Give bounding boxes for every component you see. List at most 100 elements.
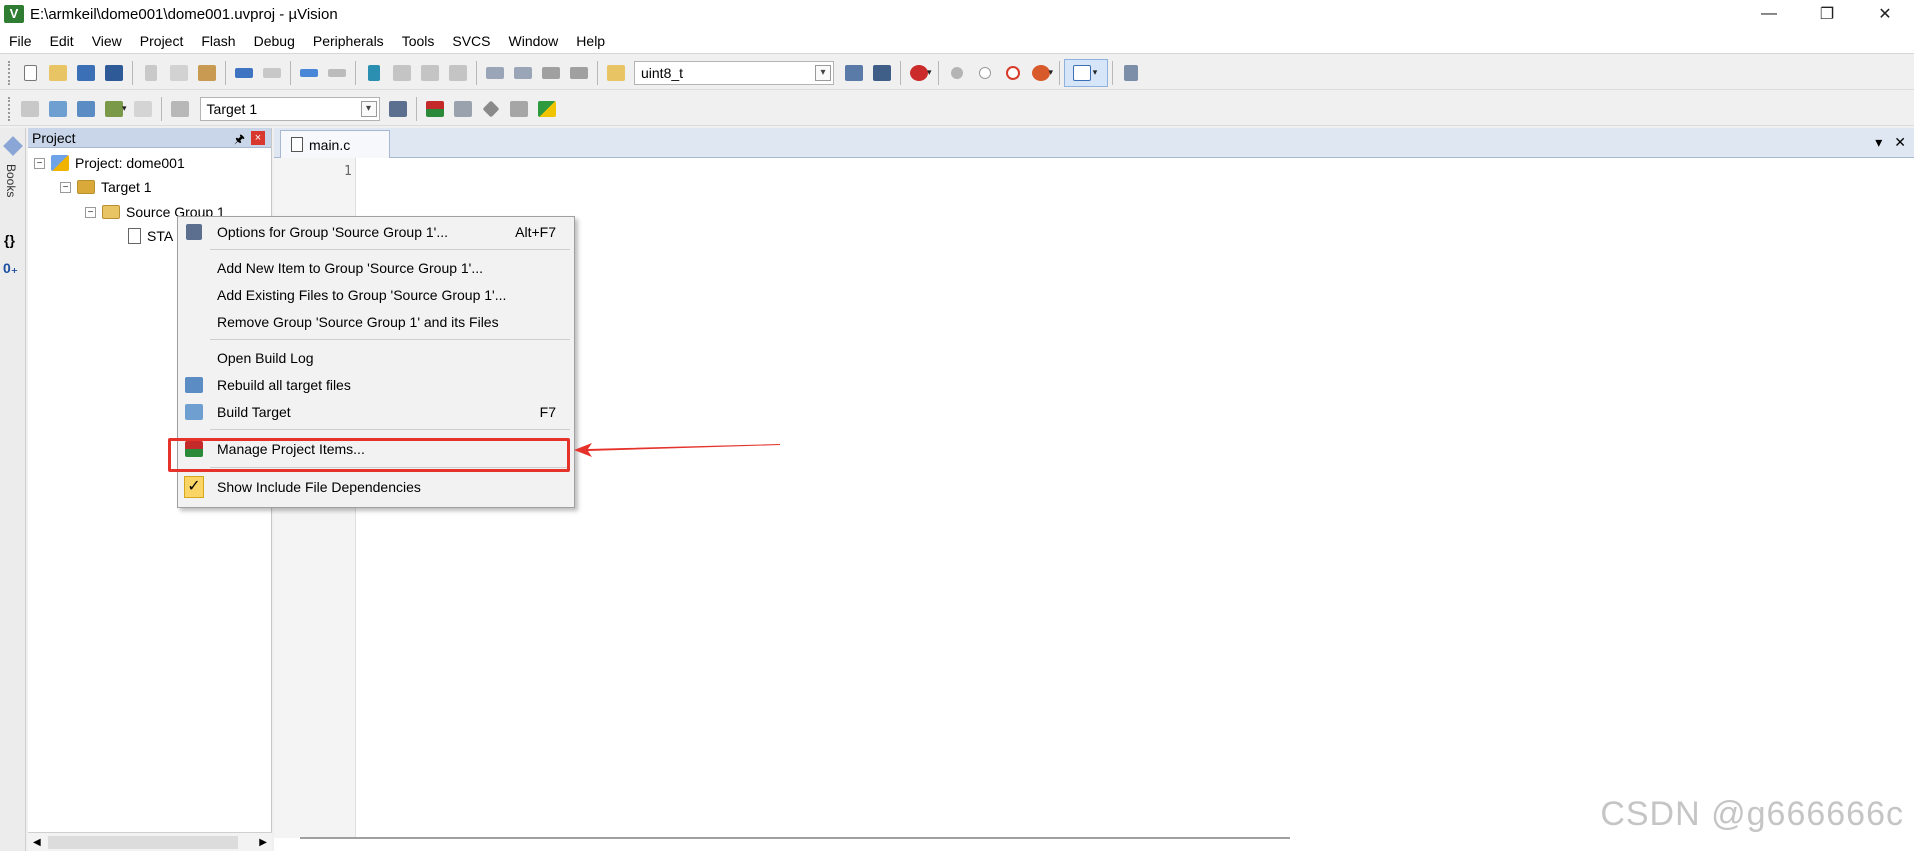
insert-breakpoint-button[interactable] <box>943 59 971 87</box>
project-items-icon <box>425 100 444 117</box>
tab-list-icon[interactable]: ▾ <box>1875 134 1882 151</box>
close-editor-icon[interactable]: ✕ <box>1894 134 1906 151</box>
copy-button[interactable] <box>165 59 193 87</box>
menu-item-add-existing-files[interactable]: Add Existing Files to Group 'Source Grou… <box>178 282 574 308</box>
menu-view[interactable]: View <box>83 28 131 54</box>
menu-item-shortcut: Alt+F7 <box>515 224 556 240</box>
find-button[interactable] <box>840 59 868 87</box>
menu-svcs[interactable]: SVCS <box>443 28 499 54</box>
menu-peripherals[interactable]: Peripherals <box>304 28 393 54</box>
stop-build-button[interactable] <box>129 95 157 123</box>
save-all-button[interactable] <box>100 59 128 87</box>
indent-button[interactable] <box>481 59 509 87</box>
menu-item-build-target[interactable]: Build Target F7 <box>178 399 574 425</box>
chevron-down-icon[interactable]: ▾ <box>815 64 831 81</box>
comment-button[interactable] <box>537 59 565 87</box>
tab-main-c[interactable]: main.c <box>280 130 390 158</box>
translate-button[interactable] <box>16 95 44 123</box>
close-window-button[interactable]: ✕ <box>1856 0 1914 28</box>
manage-run-time-env-button[interactable] <box>477 95 505 123</box>
arrow-right-icon <box>328 68 346 77</box>
tree-file[interactable]: STA <box>128 225 173 247</box>
debug-dropdown-arrow[interactable]: ▾ <box>927 67 932 78</box>
download-button[interactable] <box>166 95 194 123</box>
functions-tab[interactable]: {} <box>4 232 15 248</box>
new-file-button[interactable] <box>16 59 44 87</box>
menu-item-show-include-deps[interactable]: ✓ Show Include File Dependencies <box>178 474 574 500</box>
prev-bookmark-button[interactable] <box>388 59 416 87</box>
menu-item-label: Open Build Log <box>217 350 314 366</box>
configure-button[interactable] <box>1117 59 1145 87</box>
build-button[interactable] <box>44 95 72 123</box>
toolbar-separator <box>132 60 133 85</box>
incremental-find-button[interactable] <box>868 59 896 87</box>
manage-project-items-button[interactable] <box>421 95 449 123</box>
restore-button[interactable]: ❐ <box>1798 0 1856 28</box>
menu-item-label: Show Include File Dependencies <box>217 479 421 495</box>
batch-build-dropdown[interactable]: ▾ <box>122 103 127 114</box>
undo-button[interactable] <box>230 59 258 87</box>
menu-project[interactable]: Project <box>131 28 193 54</box>
minimize-button[interactable]: — <box>1740 0 1798 28</box>
cut-button[interactable] <box>137 59 165 87</box>
save-all-icon <box>105 64 123 81</box>
menu-window[interactable]: Window <box>500 28 568 54</box>
redo-button[interactable] <box>258 59 286 87</box>
window-layout-button[interactable]: ▾ <box>1064 58 1109 87</box>
scroll-right-icon[interactable]: ▶ <box>259 837 267 848</box>
unindent-button[interactable] <box>509 59 537 87</box>
project-panel-scrollbar[interactable]: ◀ ▶ <box>28 832 272 851</box>
menu-item-options-for-group[interactable]: Options for Group 'Source Group 1'... Al… <box>178 219 574 245</box>
menu-tools[interactable]: Tools <box>393 28 444 54</box>
enable-breakpoint-button[interactable] <box>971 59 999 87</box>
save-button[interactable] <box>72 59 100 87</box>
collapse-icon[interactable]: − <box>85 206 96 218</box>
editor-scrollbar[interactable] <box>300 837 1290 839</box>
target-options-button[interactable] <box>384 95 412 123</box>
menu-item-open-build-log[interactable]: Open Build Log <box>178 345 574 371</box>
pack-installer-button[interactable] <box>533 95 561 123</box>
paste-button[interactable] <box>193 59 221 87</box>
collapse-icon[interactable]: − <box>60 181 71 193</box>
pin-icon[interactable]: 🖈 <box>234 130 245 151</box>
clear-bookmarks-button[interactable] <box>444 59 472 87</box>
menu-edit[interactable]: Edit <box>41 28 83 54</box>
menu-item-add-new-item[interactable]: Add New Item to Group 'Source Group 1'..… <box>178 255 574 281</box>
next-bookmark-icon <box>421 64 439 81</box>
rebuild-button[interactable] <box>72 95 100 123</box>
menu-item-remove-group[interactable]: Remove Group 'Source Group 1' and its Fi… <box>178 309 574 335</box>
arrow-shape <box>574 443 780 457</box>
nav-back-button[interactable] <box>295 59 323 87</box>
nav-forward-button[interactable] <box>323 59 351 87</box>
open-button[interactable] <box>44 59 72 87</box>
close-panel-icon[interactable]: × <box>251 131 265 145</box>
find-in-files-button[interactable] <box>602 59 630 87</box>
multi-project-icon <box>453 100 472 117</box>
chevron-down-icon[interactable]: ▾ <box>360 100 377 117</box>
menu-item-rebuild-all[interactable]: Rebuild all target files <box>178 372 574 398</box>
disable-breakpoints-button[interactable] <box>999 59 1027 87</box>
toolbar-grip[interactable] <box>8 60 12 85</box>
books-tab[interactable]: Books <box>4 164 18 197</box>
menu-debug[interactable]: Debug <box>245 28 304 54</box>
project-view-icon[interactable] <box>3 136 23 156</box>
rebuild-icon <box>184 375 204 395</box>
bookmark-button[interactable] <box>360 59 388 87</box>
menu-help[interactable]: Help <box>567 28 614 54</box>
scrollbar-thumb[interactable] <box>48 836 238 849</box>
scroll-left-icon[interactable]: ◀ <box>33 837 41 848</box>
tree-target[interactable]: − Target 1 <box>60 176 152 198</box>
next-bookmark-button[interactable] <box>416 59 444 87</box>
tree-project-root[interactable]: − Project: dome001 <box>34 152 185 174</box>
find-combo[interactable]: uint8_t ▾ <box>634 60 834 85</box>
uncomment-button[interactable] <box>565 59 593 87</box>
target-combo[interactable]: Target 1 ▾ <box>199 96 380 121</box>
select-packs-button[interactable] <box>505 95 533 123</box>
templates-tab[interactable]: 0₊ <box>3 260 18 277</box>
menu-flash[interactable]: Flash <box>192 28 244 54</box>
toolbar-grip[interactable] <box>8 96 12 121</box>
menu-file[interactable]: File <box>0 28 41 54</box>
manage-multi-project-button[interactable] <box>449 95 477 123</box>
breakpoints-dropdown-arrow[interactable]: ▾ <box>1049 67 1054 78</box>
collapse-icon[interactable]: − <box>34 157 45 169</box>
